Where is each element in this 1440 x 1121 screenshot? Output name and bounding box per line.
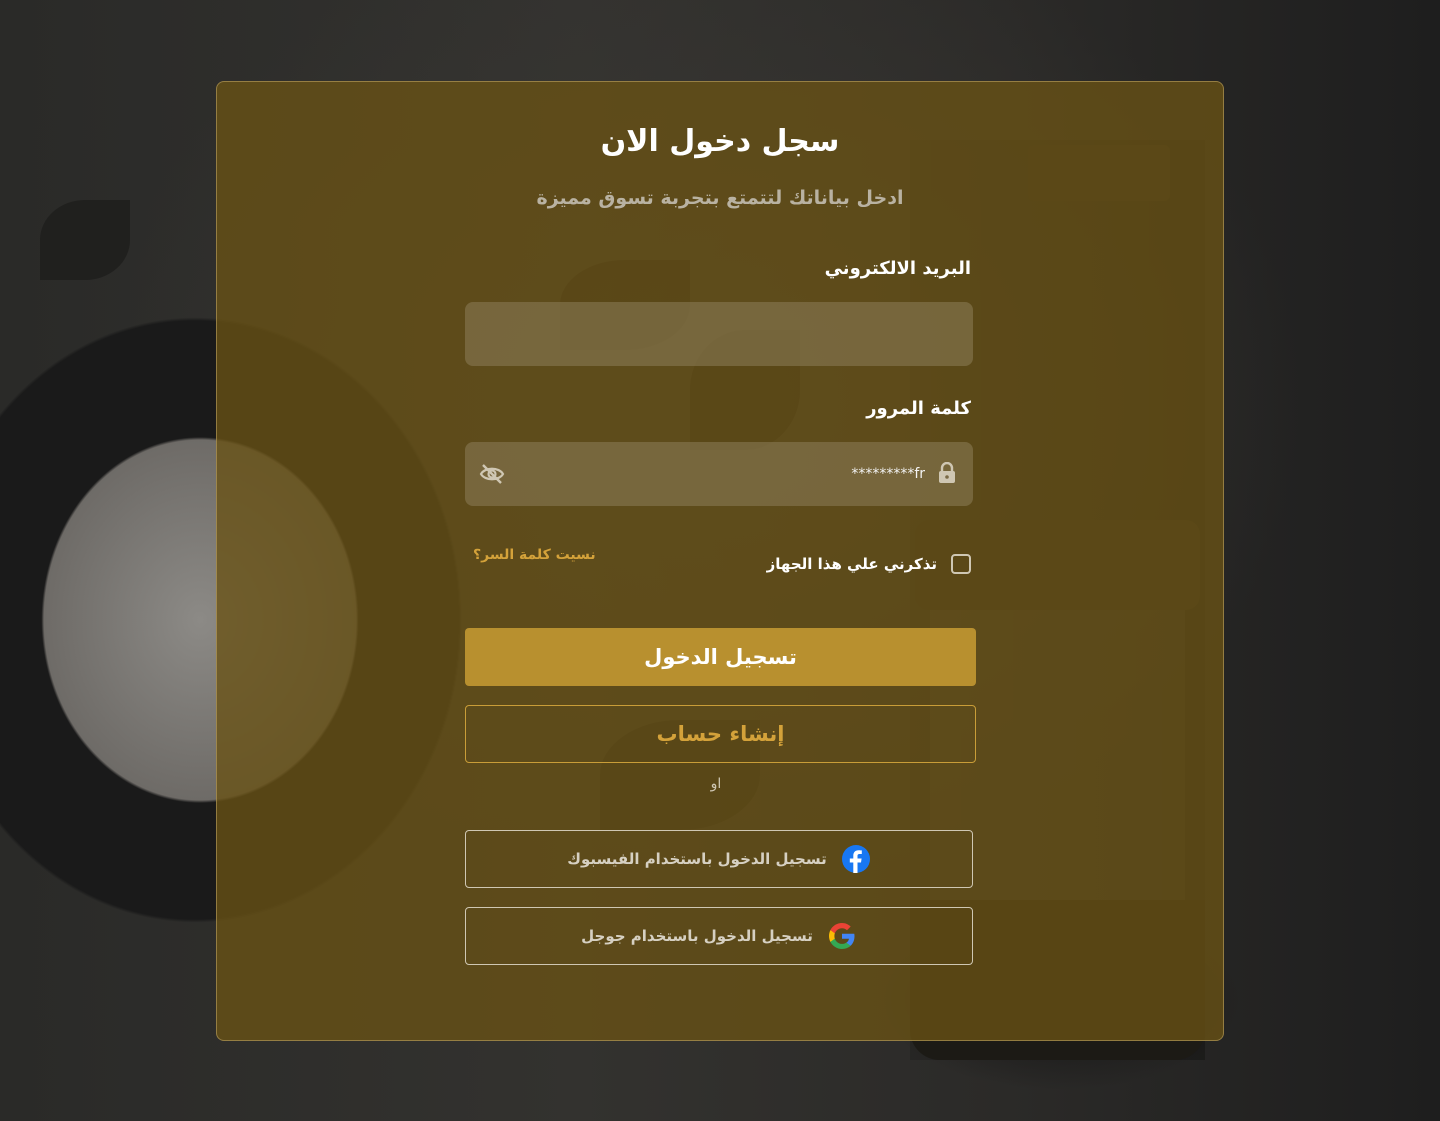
password-field-wrapper xyxy=(465,442,973,506)
or-divider: او xyxy=(710,776,722,792)
password-field[interactable] xyxy=(465,442,973,506)
forgot-password-link[interactable]: نسيت كلمة السر؟ xyxy=(473,547,596,563)
facebook-login-button[interactable]: تسجيل الدخول باستخدام الفيسبوك xyxy=(465,830,973,888)
email-field-wrapper xyxy=(465,302,973,366)
leaf-shape xyxy=(40,200,130,280)
email-field[interactable] xyxy=(465,302,973,366)
login-button[interactable]: تسجيل الدخول xyxy=(465,628,976,686)
page-title: سجل دخول الان xyxy=(600,124,840,159)
remember-label: تذكرني علي هذا الجهاز xyxy=(766,555,937,573)
google-login-label: تسجيل الدخول باستخدام جوجل xyxy=(581,927,813,945)
google-icon xyxy=(828,923,855,949)
email-label: البريد الالكتروني xyxy=(824,258,971,279)
eye-off-icon[interactable] xyxy=(479,462,505,486)
password-label: كلمة المرور xyxy=(866,398,971,419)
facebook-login-label: تسجيل الدخول باستخدام الفيسبوك xyxy=(567,850,827,868)
facebook-icon xyxy=(841,845,870,873)
login-card: سجل دخول الان ادخل بياناتك لتتمتع بتجربة… xyxy=(216,81,1224,1041)
page-subtitle: ادخل بياناتك لتتمتع بتجربة تسوق مميزة xyxy=(536,187,904,209)
google-login-button[interactable]: تسجيل الدخول باستخدام جوجل xyxy=(465,907,973,965)
lock-icon xyxy=(939,462,955,483)
remember-checkbox[interactable] xyxy=(951,554,971,574)
remember-me: تذكرني علي هذا الجهاز xyxy=(767,554,971,574)
register-button[interactable]: إنشاء حساب xyxy=(465,705,976,763)
